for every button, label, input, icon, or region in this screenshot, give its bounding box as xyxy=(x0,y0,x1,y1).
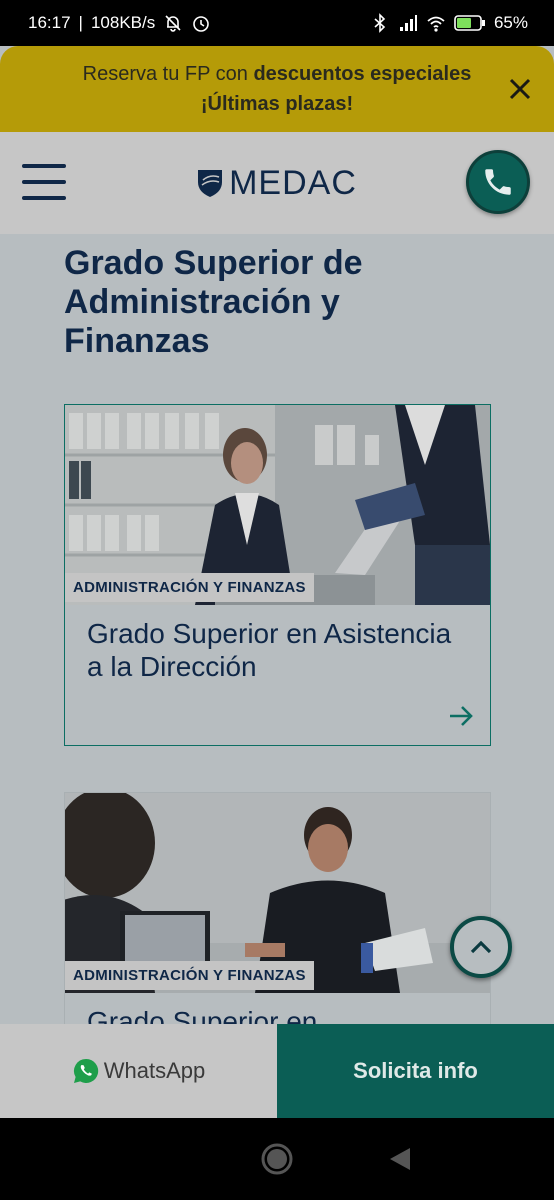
status-network-speed: 108KB/s xyxy=(90,13,156,32)
battery-icon xyxy=(454,15,485,31)
status-bar: 16:17 | 108KB/s 65% xyxy=(0,0,554,46)
scroll-to-top-button[interactable] xyxy=(450,916,512,978)
system-nav-bar xyxy=(0,1118,554,1200)
promo-text: Reserva tu FP con descuentos especiales … xyxy=(47,59,507,119)
main-content: Grado Superior de Administración y Finan… xyxy=(0,234,554,1024)
promo-text-line2: ¡Últimas plazas! xyxy=(200,93,354,115)
bluetooth-icon xyxy=(374,13,386,33)
whatsapp-icon xyxy=(73,1058,98,1083)
request-info-button[interactable]: Solicita info xyxy=(277,1024,554,1118)
status-left: 16:17 | 108KB/s xyxy=(28,13,211,33)
whatsapp-label: WhatsApp xyxy=(103,1058,206,1083)
status-divider: | xyxy=(78,13,83,32)
status-time: 16:17 xyxy=(28,13,71,32)
status-battery: 65% xyxy=(493,13,528,32)
card-category-tag: ADMINISTRACIÓN Y FINANZAS xyxy=(65,961,314,990)
card-title[interactable]: Grado Superior en xyxy=(87,1005,467,1024)
medac-logo[interactable]: MEDAC xyxy=(197,164,357,203)
close-icon[interactable] xyxy=(506,75,534,103)
chevron-up-icon xyxy=(470,940,492,954)
phone-icon xyxy=(485,169,511,195)
request-info-label: Solicita info xyxy=(353,1058,478,1083)
alarm-icon xyxy=(193,16,210,32)
arrow-right-icon[interactable] xyxy=(448,705,474,727)
promo-banner[interactable]: Reserva tu FP con descuentos especiales … xyxy=(0,46,554,132)
medac-shield-icon xyxy=(198,170,223,197)
signal-icon xyxy=(399,15,417,31)
call-button[interactable] xyxy=(466,150,530,214)
bell-off-icon xyxy=(165,15,181,32)
page-title: Grado Superior de Administración y Finan… xyxy=(64,244,363,360)
site-header: MEDAC xyxy=(0,132,554,234)
hamburger-menu-icon[interactable] xyxy=(22,164,66,202)
bottom-cta-bar: WhatsApp Solicita info xyxy=(0,1024,554,1118)
wifi-icon xyxy=(427,16,445,32)
home-button-icon[interactable] xyxy=(260,1142,294,1176)
back-button-icon[interactable] xyxy=(388,1146,412,1172)
course-card[interactable]: ADMINISTRACIÓN Y FINANZAS Grado Superior… xyxy=(64,404,491,746)
promo-text-part1: Reserva tu FP con xyxy=(82,63,254,85)
logo-text: MEDAC xyxy=(229,163,357,202)
course-card[interactable]: ADMINISTRACIÓN Y FINANZAS Grado Superior… xyxy=(64,792,491,1024)
status-right: 65% xyxy=(370,13,528,33)
card-category-tag: ADMINISTRACIÓN Y FINANZAS xyxy=(65,573,314,602)
whatsapp-button[interactable]: WhatsApp xyxy=(0,1024,277,1118)
promo-text-bold: descuentos especiales xyxy=(253,63,472,85)
card-title[interactable]: Grado Superior en Asistencia a la Direcc… xyxy=(87,617,467,683)
